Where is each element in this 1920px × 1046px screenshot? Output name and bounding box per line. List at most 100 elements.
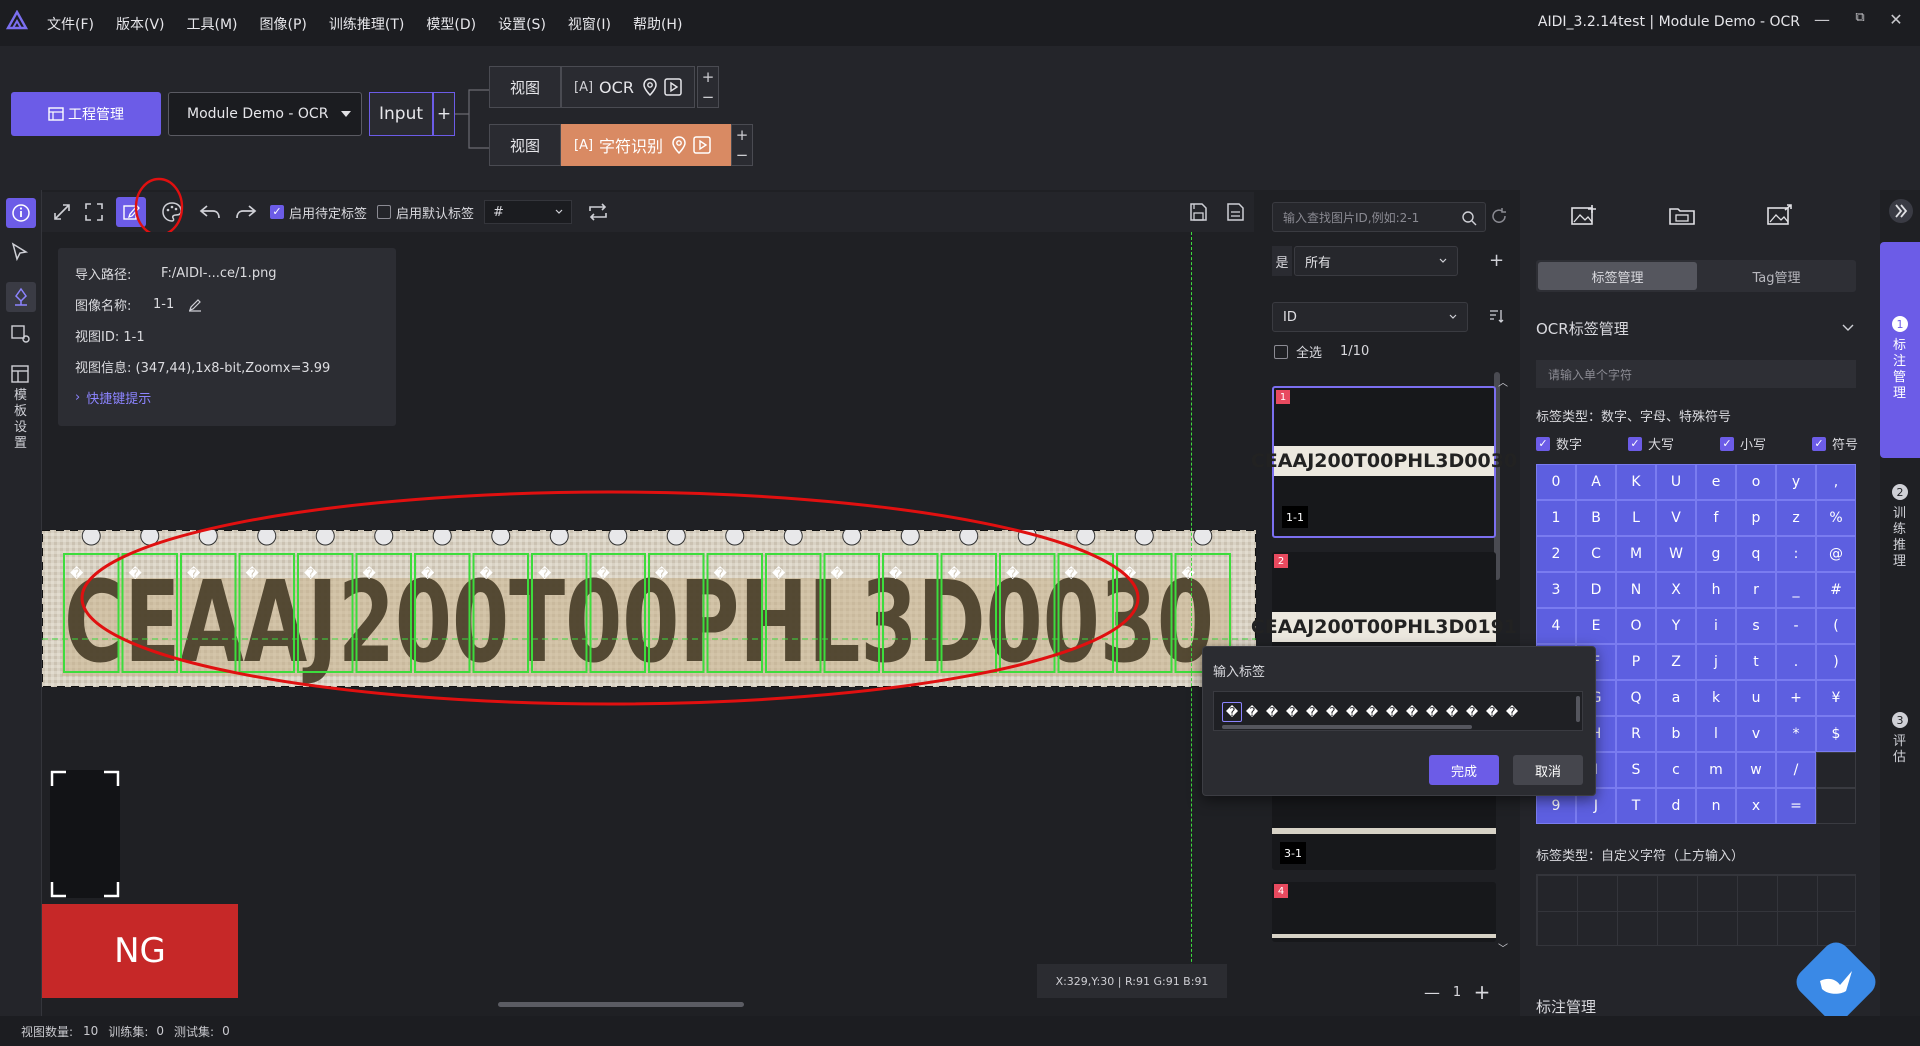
char-key[interactable]: M	[1616, 536, 1656, 572]
annotate-tool[interactable]	[6, 282, 36, 312]
char-key[interactable]: +	[1776, 680, 1816, 716]
char-key[interactable]: l	[1696, 716, 1736, 752]
char-key[interactable]: y	[1776, 464, 1816, 500]
rotate-handle-icon[interactable]	[666, 530, 686, 546]
menu-model[interactable]: 模型(D)	[426, 14, 476, 34]
rotate-handle-icon[interactable]	[900, 530, 920, 546]
canvas-horizontal-scrollbar[interactable]	[498, 1002, 744, 1007]
char-key[interactable]: )	[1816, 644, 1856, 680]
label-char-cell[interactable]: �	[1322, 702, 1342, 722]
char-key[interactable]: O	[1616, 608, 1656, 644]
rotate-handle-icon[interactable]	[842, 530, 862, 546]
char-key[interactable]: x	[1736, 788, 1776, 824]
redo-button[interactable]	[230, 196, 262, 228]
char-key[interactable]: a	[1656, 680, 1696, 716]
collapse-panel-button[interactable]	[1888, 198, 1914, 224]
char-key[interactable]: f	[1696, 500, 1736, 536]
label-input-scrollbar[interactable]	[1222, 725, 1472, 729]
input-node[interactable]: Input	[369, 92, 433, 136]
char-key[interactable]: t	[1736, 644, 1776, 680]
char-key[interactable]: n	[1696, 788, 1736, 824]
search-icon[interactable]	[1461, 210, 1477, 226]
image-search-input[interactable]: 输入查找图片ID,例如:2-1	[1272, 202, 1486, 232]
select-tool[interactable]	[10, 242, 30, 262]
label-char-cell[interactable]: �	[1382, 702, 1402, 722]
char-key[interactable]: h	[1696, 572, 1736, 608]
menu-window[interactable]: 视窗(I)	[568, 14, 611, 34]
step-train[interactable]: 2 训练推理	[1880, 478, 1920, 628]
shortcut-hint-toggle[interactable]: › 快捷键提示	[58, 382, 396, 413]
minimize-button[interactable]: —	[1808, 10, 1836, 34]
play-icon[interactable]	[664, 78, 682, 96]
char-key[interactable]: A	[1576, 464, 1616, 500]
view-node-1[interactable]: 视图	[489, 66, 561, 108]
scroll-down-icon[interactable]: ﹀	[1498, 940, 1508, 955]
rotate-handle-icon[interactable]	[549, 530, 569, 546]
color-palette-button[interactable]	[156, 196, 188, 228]
rotate-handle-icon[interactable]	[315, 530, 335, 546]
char-key[interactable]: e	[1696, 464, 1736, 500]
fit-expand-button[interactable]	[46, 196, 78, 228]
rotate-handle-icon[interactable]	[140, 530, 160, 546]
char-key[interactable]: #	[1816, 572, 1856, 608]
char-key[interactable]: 1	[1536, 500, 1576, 536]
edit-label-button[interactable]	[116, 197, 146, 227]
assistant-button[interactable]	[1790, 936, 1882, 1028]
char-key[interactable]: (	[1816, 608, 1856, 644]
char-key[interactable]: _	[1776, 572, 1816, 608]
char-key[interactable]: u	[1736, 680, 1776, 716]
select-all-checkbox[interactable]: 全选 1/10	[1274, 342, 1369, 361]
label-char-cell[interactable]: �	[1482, 702, 1502, 722]
fullscreen-button[interactable]	[78, 196, 110, 228]
char-key[interactable]: .	[1776, 644, 1816, 680]
import-folder-button[interactable]	[1668, 204, 1696, 228]
char-recognition-minus-button[interactable]: −	[732, 145, 752, 165]
rotate-handle-icon[interactable]	[81, 530, 101, 546]
ocr-node-plus-button[interactable]: +	[698, 67, 718, 87]
step-annotation[interactable]: 1 标注管理	[1880, 242, 1920, 458]
label-char-cell[interactable]: �	[1442, 702, 1462, 722]
rotate-handle-icon[interactable]	[608, 530, 628, 546]
char-recognition-plus-button[interactable]: +	[732, 125, 752, 145]
thumbnail-4[interactable]: 4	[1272, 882, 1496, 942]
close-button[interactable]: ✕	[1882, 10, 1910, 34]
char-key[interactable]: j	[1696, 644, 1736, 680]
char-key[interactable]: r	[1736, 572, 1776, 608]
char-key[interactable]: :	[1776, 536, 1816, 572]
char-key[interactable]: v	[1736, 716, 1776, 752]
page-stepper[interactable]: — 1 +	[1420, 980, 1494, 1004]
char-key[interactable]: z	[1776, 500, 1816, 536]
char-key[interactable]: q	[1736, 536, 1776, 572]
region-tool[interactable]	[10, 324, 32, 344]
label-char-cell[interactable]: �	[1222, 702, 1242, 722]
char-key[interactable]: s	[1736, 608, 1776, 644]
menu-help[interactable]: 帮助(H)	[633, 14, 682, 34]
filter-select[interactable]: 所有	[1294, 246, 1458, 276]
lowercase-checkbox[interactable]: ✓ 小写	[1720, 434, 1812, 453]
char-key[interactable]: K	[1616, 464, 1656, 500]
char-key[interactable]: L	[1616, 500, 1656, 536]
rotate-handle-icon[interactable]	[1017, 530, 1037, 546]
rotate-handle-icon[interactable]	[198, 530, 218, 546]
char-key[interactable]: $	[1816, 716, 1856, 752]
menu-tools[interactable]: 工具(M)	[187, 14, 238, 34]
page-next-button[interactable]: +	[1470, 980, 1494, 1004]
char-key[interactable]: Q	[1616, 680, 1656, 716]
char-key[interactable]: =	[1776, 788, 1816, 824]
char-key[interactable]: Y	[1656, 608, 1696, 644]
char-key[interactable]: 0	[1536, 464, 1576, 500]
rotate-handle-icon[interactable]	[1193, 530, 1213, 546]
swap-view-button[interactable]	[582, 196, 614, 228]
char-key[interactable]: T	[1616, 788, 1656, 824]
project-select[interactable]: Module Demo - OCR	[168, 92, 362, 136]
scroll-up-icon[interactable]: ︿	[1498, 374, 1508, 389]
tab-label-management[interactable]: 标签管理	[1538, 262, 1697, 290]
label-char-cell[interactable]: �	[1502, 702, 1522, 722]
label-char-cell[interactable]: �	[1462, 702, 1482, 722]
char-key[interactable]: d	[1656, 788, 1696, 824]
char-key[interactable]: R	[1616, 716, 1656, 752]
pending-label-checkbox[interactable]: ✓ 启用待定标签	[270, 203, 367, 222]
restore-button[interactable]: ⧉	[1846, 10, 1874, 34]
char-key[interactable]: E	[1576, 608, 1616, 644]
label-char-cell[interactable]: �	[1262, 702, 1282, 722]
